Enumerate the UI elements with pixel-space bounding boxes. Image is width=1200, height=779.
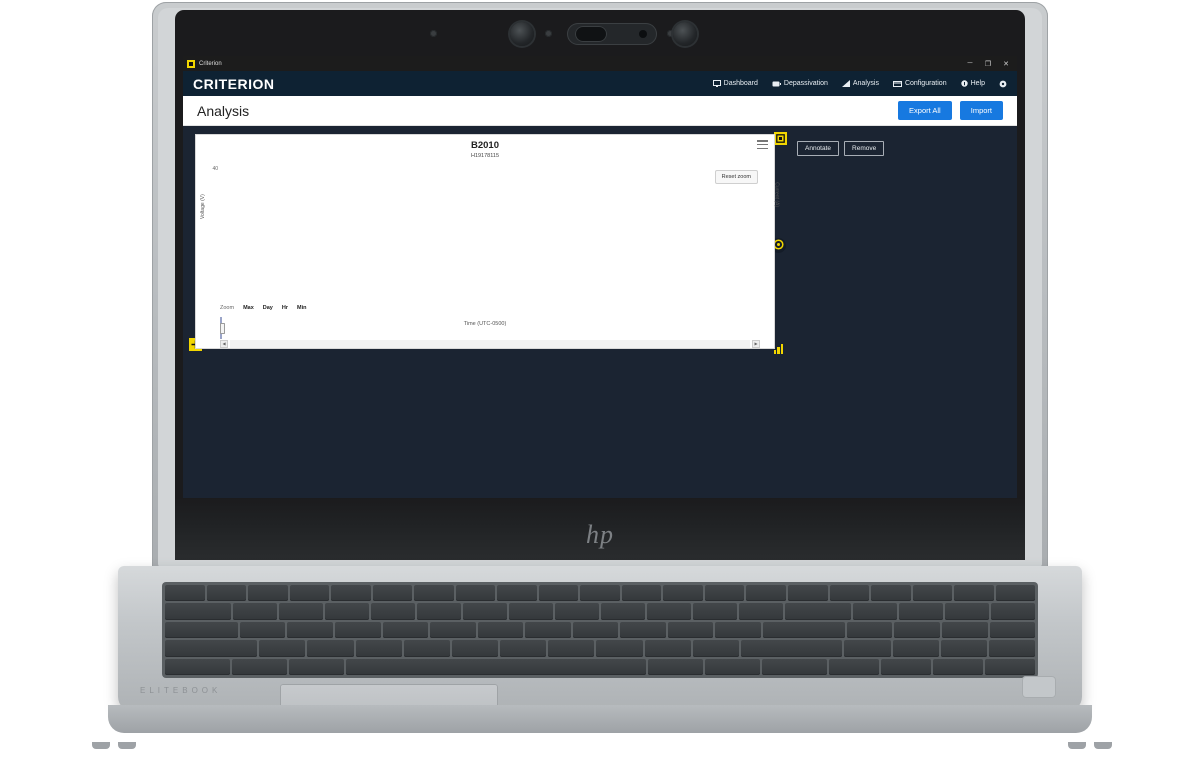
scroll-left-button[interactable]: ◀	[220, 340, 228, 348]
chart-navigator[interactable]	[220, 317, 760, 339]
foot-left2	[118, 742, 136, 749]
nav-item-depassivation[interactable]: Depassivation	[772, 80, 828, 87]
fingerprint-reader[interactable]	[1022, 676, 1056, 698]
webcam-bar	[175, 10, 1025, 56]
chart-title: B2010	[471, 140, 499, 151]
display-bezel: Criterion ─ ❐ ✕ CRITERION Dashboard Depa…	[175, 10, 1025, 560]
gear-icon	[999, 80, 1007, 88]
page-header: Analysis Export All Import	[183, 96, 1017, 126]
screenshot-root: Criterion ─ ❐ ✕ CRITERION Dashboard Depa…	[0, 0, 1200, 779]
zoom-range-selector: Zoom Max Day Hr Min	[220, 305, 306, 311]
import-button[interactable]: Import	[959, 101, 1003, 120]
nav-label: Analysis	[852, 80, 879, 87]
nav-items: Dashboard Depassivation Analysis Configu…	[712, 80, 1007, 88]
monitor-icon	[712, 80, 721, 87]
info-icon	[960, 80, 968, 87]
zoom-button-day[interactable]: Day	[263, 305, 273, 311]
foot-right	[1068, 742, 1086, 749]
nav-label: Depassivation	[783, 80, 828, 87]
x-axis-ticks	[196, 291, 776, 301]
action-buttons: Annotate Remove	[791, 141, 977, 156]
chart-card: B2010 H19178115 Reset zoom Voltage (V) C…	[195, 134, 780, 349]
mic-dot-mid	[545, 30, 552, 37]
page-title: Analysis	[197, 102, 250, 119]
screen: Criterion ─ ❐ ✕ CRITERION Dashboard Depa…	[183, 56, 1017, 508]
battery-icon	[772, 81, 781, 87]
zoom-button-min[interactable]: Min	[297, 305, 306, 311]
navigator-handle-right[interactable]	[220, 323, 225, 334]
camera-lens-right	[673, 22, 697, 46]
nav-item-dashboard[interactable]: Dashboard	[712, 80, 758, 87]
foot-left	[92, 742, 110, 749]
expand-icon	[776, 134, 785, 143]
camera-privacy-shutter	[567, 23, 657, 45]
scrollbar-track[interactable]	[230, 340, 750, 348]
maximize-button[interactable]: ❐	[981, 60, 995, 68]
bar-chart-icon	[841, 80, 850, 87]
zoom-label: Zoom	[220, 305, 235, 311]
top-navbar: CRITERION Dashboard Depassivation Analys…	[183, 71, 1017, 96]
nav-item-configuration[interactable]: Configuration	[892, 80, 947, 87]
navigator-preview	[220, 317, 760, 339]
window-titlebar: Criterion ─ ❐ ✕	[183, 56, 1017, 71]
nav-item-settings[interactable]	[999, 80, 1007, 88]
nav-label: Dashboard	[723, 80, 758, 87]
y2-axis-label: Current (A)	[774, 182, 780, 207]
workspace: B2010 H19178115 Reset zoom Voltage (V) C…	[183, 126, 1017, 508]
mic-dot-left	[430, 30, 437, 37]
signal-panel: Annotate Remove	[791, 134, 977, 508]
app-icon	[187, 59, 195, 68]
window-title: Criterion	[199, 60, 222, 67]
keyboard	[162, 582, 1038, 678]
window-icon	[892, 80, 902, 87]
chart-plot-area[interactable]: Voltage (V) Current (A) 40	[196, 161, 780, 289]
nav-label: Configuration	[904, 80, 947, 87]
chart-column: B2010 H19178115 Reset zoom Voltage (V) C…	[189, 132, 787, 508]
foot-right2	[1094, 742, 1112, 749]
laptop-base-front	[108, 705, 1092, 733]
chart-scrollbar[interactable]: ◀ ▶	[220, 340, 760, 348]
y-tick: 40	[212, 166, 218, 172]
nav-item-help[interactable]: Help	[960, 80, 985, 87]
zoom-button-max[interactable]: Max	[243, 305, 254, 311]
elitebook-label: ELITEBOOK	[140, 686, 222, 695]
hamburger-menu-icon[interactable]	[757, 140, 768, 149]
expand-badge[interactable]	[774, 132, 787, 145]
export-all-button[interactable]: Export All	[898, 101, 952, 120]
y-axis-label: Voltage (V)	[200, 194, 206, 219]
chart-series-svg	[196, 161, 776, 289]
chart-subtitle: H19178115	[470, 153, 500, 159]
minimize-button[interactable]: ─	[963, 60, 977, 67]
scroll-right-button[interactable]: ▶	[752, 340, 760, 348]
brand-logo: CRITERION	[193, 75, 275, 92]
nav-label: Help	[970, 80, 985, 87]
close-button[interactable]: ✕	[999, 60, 1013, 68]
nav-item-analysis[interactable]: Analysis	[841, 80, 879, 87]
camera-lens-left	[510, 22, 534, 46]
annotate-button[interactable]: Annotate	[797, 141, 840, 156]
zoom-button-hr[interactable]: Hr	[282, 305, 288, 311]
remove-button[interactable]: Remove	[844, 141, 885, 156]
hp-logo: hp	[586, 520, 614, 549]
page-header-actions: Export All Import	[898, 101, 1003, 120]
